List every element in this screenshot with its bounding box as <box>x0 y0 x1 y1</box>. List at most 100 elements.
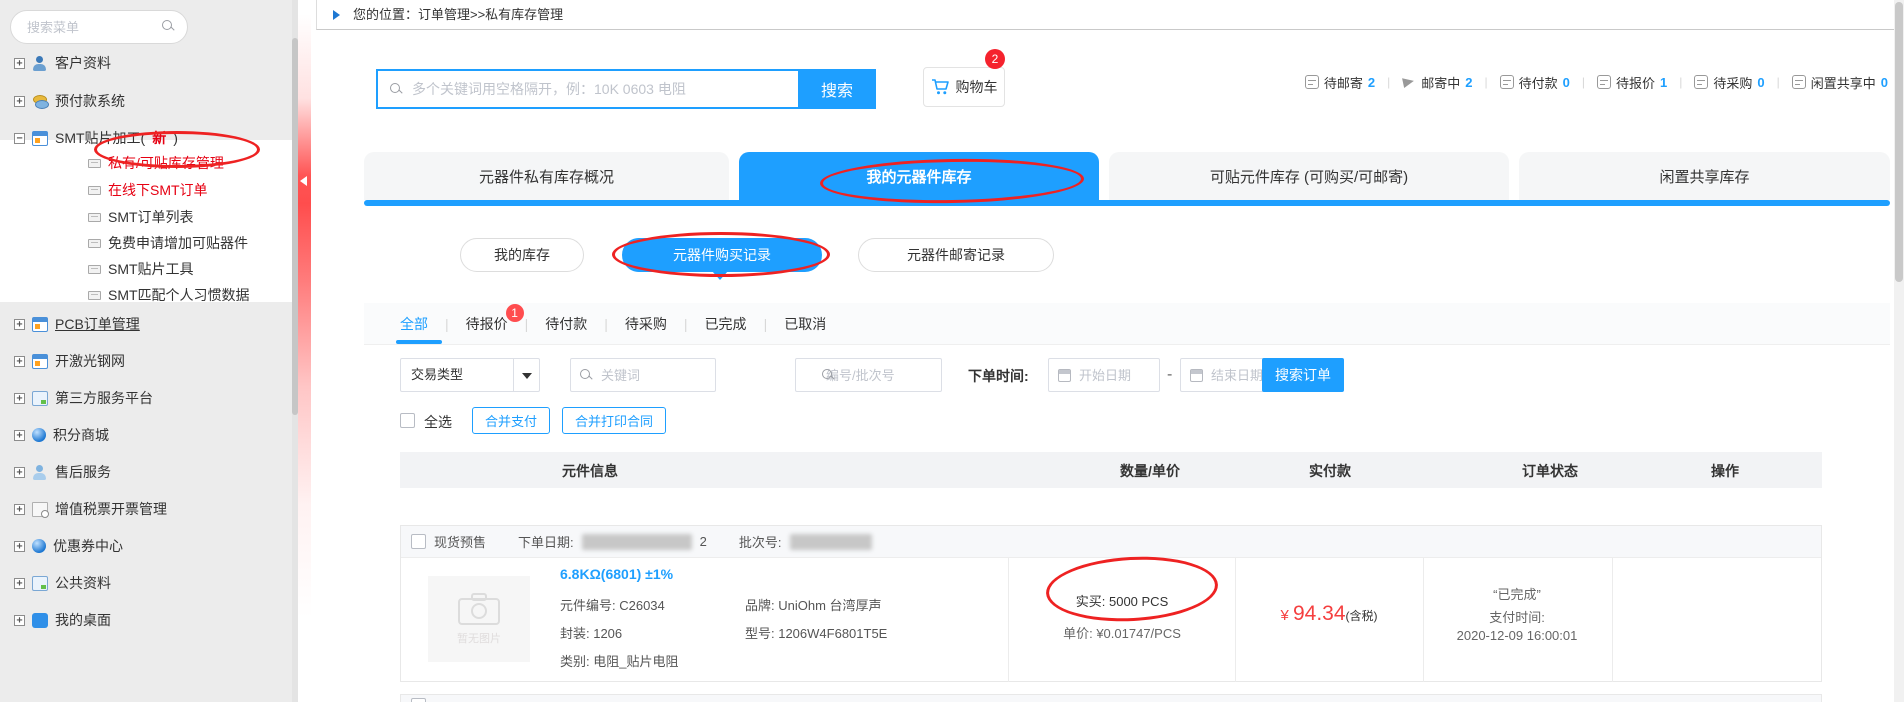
collapse-minus-icon[interactable]: − <box>14 133 25 144</box>
sidebar-item-label: 积分商城 <box>53 425 109 445</box>
status-link-2[interactable]: 待付款0 <box>1500 73 1570 92</box>
sidebar-item-2[interactable]: −SMT贴片加工( 新) <box>14 127 178 149</box>
sidebar-item-4[interactable]: 在线下SMT订单 <box>88 179 208 201</box>
sidebar-item-15[interactable]: +优惠券中心 <box>14 535 123 557</box>
tab-label: 我的元器件库存 <box>866 166 971 187</box>
points-icon <box>32 428 46 442</box>
order-checkbox[interactable] <box>411 534 426 549</box>
tab-label: 元器件私有库存概况 <box>479 166 614 187</box>
public-icon <box>32 576 48 591</box>
tab-label: 可贴元件库存 (可购买/可邮寄) <box>1210 166 1408 187</box>
sidebar-item-label: SMT订单列表 <box>108 207 194 227</box>
sidebar-item-9[interactable]: + PCB订单管理 <box>14 313 140 335</box>
expand-plus-icon[interactable]: + <box>14 615 25 626</box>
sidebar-item-11[interactable]: +第三方服务平台 <box>14 387 153 409</box>
batch-number-input[interactable] <box>795 358 942 392</box>
sidebar-item-1[interactable]: + 预付款系统 <box>14 90 125 112</box>
order-status: “已完成” <box>1493 584 1541 603</box>
sidebar-item-5[interactable]: SMT订单列表 <box>88 206 194 228</box>
part-field: 型号: 1206W4F6801T5E <box>745 623 887 642</box>
expand-plus-icon[interactable]: + <box>14 96 25 107</box>
page-scrollbar[interactable] <box>1894 0 1904 702</box>
sidebar-item-0[interactable]: +客户资料 <box>14 52 111 74</box>
search-icon <box>822 369 835 382</box>
tab-0[interactable]: 元器件私有库存概况 <box>364 152 729 200</box>
sidebar-item-7[interactable]: SMT贴片工具 <box>88 258 194 280</box>
calendar-icon <box>1058 369 1071 382</box>
purchased-quantity: 实买: 5000 PCS <box>1076 591 1169 610</box>
expand-plus-icon[interactable]: + <box>14 319 25 330</box>
platform-icon <box>32 391 48 406</box>
page-scrollbar-thumb[interactable] <box>1895 2 1903 282</box>
sidebar-item-13[interactable]: +售后服务 <box>14 461 111 483</box>
expand-plus-icon[interactable]: + <box>14 356 25 367</box>
search-icon <box>390 83 403 96</box>
filter-tab-5[interactable]: 已取消 <box>784 314 826 334</box>
sidebar-item-14[interactable]: +增值税票开票管理 <box>14 498 167 520</box>
order-checkbox[interactable] <box>411 698 426 702</box>
search-orders-button[interactable]: 搜索订单 <box>1262 358 1344 392</box>
sidebar-search-input[interactable] <box>27 12 157 42</box>
sidebar-item-6[interactable]: 免费申请增加可贴器件 <box>88 232 248 254</box>
status-separator: | <box>1485 75 1488 89</box>
filter-tab-0[interactable]: 全部 <box>400 314 428 334</box>
sidebar-item-3[interactable]: 私有/可贴库存管理 <box>88 152 224 174</box>
subtab-0[interactable]: 我的库存 <box>460 238 584 272</box>
select-all-checkbox[interactable] <box>400 413 415 428</box>
tab-1[interactable]: 我的元器件库存 <box>739 152 1099 200</box>
status-link-0[interactable]: 待邮寄2 <box>1305 73 1375 92</box>
unit-price: 单价: ¥0.01747/PCS <box>1063 623 1181 642</box>
status-link-5[interactable]: 闲置共享中0 <box>1792 73 1888 92</box>
merge-print-contract-button[interactable]: 合并打印合同 <box>562 407 666 434</box>
tab-3[interactable]: 闲置共享库存 <box>1519 152 1890 200</box>
sidebar-item-16[interactable]: +公共资料 <box>14 572 111 594</box>
sidebar-item-label: PCB订单管理 <box>55 314 140 334</box>
tab-2[interactable]: 可贴元件库存 (可购买/可邮寄) <box>1109 152 1509 200</box>
expand-plus-icon[interactable]: + <box>14 393 25 404</box>
status-link-4[interactable]: 待采购0 <box>1694 73 1764 92</box>
filter-tab-badge: 1 <box>506 304 524 322</box>
search-button[interactable]: 搜索 <box>798 69 876 109</box>
select-all-label: 全选 <box>424 412 452 432</box>
filter-tab-2[interactable]: 待付款 <box>545 314 587 334</box>
status-separator: | <box>1387 75 1390 89</box>
steel-icon <box>32 354 48 369</box>
status-link-1[interactable]: 邮寄中2 <box>1402 73 1472 92</box>
search-icon <box>162 20 175 33</box>
merge-pay-button[interactable]: 合并支付 <box>472 407 550 434</box>
status-link-3[interactable]: 待报价1 <box>1597 73 1667 92</box>
filter-tabs: 全部|待报价1|待付款|待采购|已完成|已取消 <box>400 303 826 345</box>
part-field: 封装: 1206 <box>560 623 622 642</box>
subtab-2[interactable]: 元器件邮寄记录 <box>858 238 1054 272</box>
sidebar-item-label: 免费申请增加可贴器件 <box>108 233 248 253</box>
subtab-1[interactable]: 元器件购买记录 <box>622 238 822 272</box>
table-header-2: 实付款 <box>1309 461 1351 481</box>
expand-plus-icon[interactable]: + <box>14 578 25 589</box>
sidebar-collapse-handle[interactable] <box>298 0 311 702</box>
sidebar-search[interactable] <box>10 10 188 44</box>
leaf-icon <box>88 186 101 195</box>
expand-plus-icon[interactable]: + <box>14 541 25 552</box>
status-link-label: 待邮寄 <box>1324 73 1363 92</box>
sidebar-item-17[interactable]: +我的桌面 <box>14 609 111 631</box>
no-image-label: 暂无图片 <box>457 630 501 646</box>
expand-plus-icon[interactable]: + <box>14 430 25 441</box>
component-search-input[interactable] <box>412 71 782 107</box>
filter-tab-4[interactable]: 已完成 <box>705 314 747 334</box>
expand-plus-icon[interactable]: + <box>14 504 25 515</box>
sidebar-item-8[interactable]: SMT匹配个人习惯数据 <box>88 284 250 306</box>
subtab-label: 元器件邮寄记录 <box>907 245 1005 265</box>
expand-plus-icon[interactable]: + <box>14 58 25 69</box>
order-status-links: 待邮寄2|邮寄中2|待付款0|待报价1|待采购0|闲置共享中0 <box>1305 69 1888 95</box>
filter-tab-1[interactable]: 待报价1 <box>466 314 508 334</box>
order-row-body: 暂无图片 6.8KΩ(6801) ±1% 元件编号: C26034封装: 120… <box>401 558 1821 682</box>
sidebar-item-label: 预付款系统 <box>55 91 125 111</box>
cart-button[interactable]: 购物车 <box>923 67 1005 107</box>
sidebar-item-10[interactable]: +开激光钢网 <box>14 350 125 372</box>
part-title-link[interactable]: 6.8KΩ(6801) ±1% <box>560 566 673 582</box>
transaction-type-select[interactable]: 交易类型 <box>400 358 540 392</box>
order-date-suffix: 2 <box>700 534 707 549</box>
filter-tab-3[interactable]: 待采购 <box>625 314 667 334</box>
sidebar-item-12[interactable]: + 积分商城 <box>14 424 109 446</box>
expand-plus-icon[interactable]: + <box>14 467 25 478</box>
